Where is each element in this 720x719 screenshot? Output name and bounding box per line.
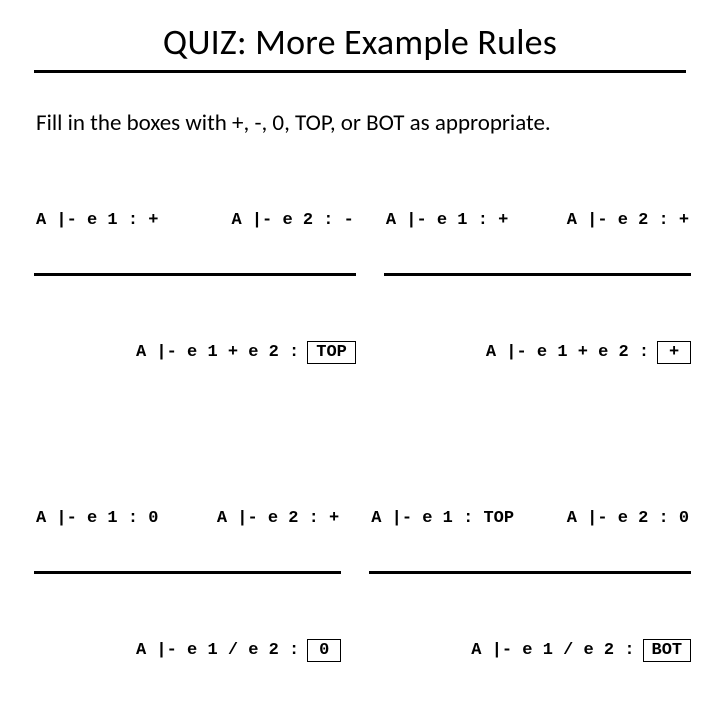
slide-title: QUIZ: More Example Rules — [34, 20, 686, 73]
inference-rule: A |- e 1 : TOP A |- e 2 : 0 A |- e 1 / e… — [369, 471, 691, 719]
rules-area: A |- e 1 : + A |- e 2 : - A |- e 1 + e 2… — [34, 173, 686, 719]
answer-box[interactable]: 0 — [307, 639, 341, 663]
conclusion-text: A |- e 1 / e 2 : — [136, 641, 299, 660]
inference-rule: A |- e 1 : 0 A |- e 2 : + A |- e 1 / e 2… — [34, 471, 341, 719]
conclusion: A |- e 1 / e 2 : BOT — [369, 620, 691, 682]
rule-row: A |- e 1 : 0 A |- e 2 : + A |- e 1 / e 2… — [34, 471, 686, 719]
premises: A |- e 1 : + A |- e 2 : - — [34, 211, 356, 233]
conclusion-text: A |- e 1 + e 2 : — [486, 343, 649, 362]
premise: A |- e 2 : + — [217, 509, 339, 528]
rule-line — [34, 273, 356, 276]
premise: A |- e 2 : - — [231, 211, 353, 230]
premises: A |- e 1 : TOP A |- e 2 : 0 — [369, 509, 691, 531]
premise: A |- e 2 : 0 — [567, 509, 689, 528]
inference-rule: A |- e 1 : + A |- e 2 : - A |- e 1 + e 2… — [34, 173, 356, 421]
rule-line — [384, 273, 691, 276]
premise: A |- e 1 : TOP — [371, 509, 514, 528]
rule-row: A |- e 1 : + A |- e 2 : - A |- e 1 + e 2… — [34, 173, 686, 421]
premise: A |- e 1 : + — [36, 211, 158, 230]
premises: A |- e 1 : + A |- e 2 : + — [384, 211, 691, 233]
conclusion: A |- e 1 + e 2 : TOP — [34, 322, 356, 384]
rule-line — [34, 571, 341, 574]
inference-rule: A |- e 1 : + A |- e 2 : + A |- e 1 + e 2… — [384, 173, 691, 421]
conclusion: A |- e 1 + e 2 : + — [384, 322, 691, 384]
conclusion: A |- e 1 / e 2 : 0 — [34, 620, 341, 682]
answer-box[interactable]: BOT — [643, 639, 692, 663]
premise: A |- e 2 : + — [567, 211, 689, 230]
conclusion-text: A |- e 1 + e 2 : — [136, 343, 299, 362]
premises: A |- e 1 : 0 A |- e 2 : + — [34, 509, 341, 531]
slide-prompt: Fill in the boxes with +, -, 0, TOP, or … — [36, 109, 686, 137]
premise: A |- e 1 : + — [386, 211, 508, 230]
premise: A |- e 1 : 0 — [36, 509, 158, 528]
answer-box[interactable]: TOP — [307, 341, 356, 365]
conclusion-text: A |- e 1 / e 2 : — [471, 641, 634, 660]
answer-box[interactable]: + — [657, 341, 691, 365]
rule-line — [369, 571, 691, 574]
